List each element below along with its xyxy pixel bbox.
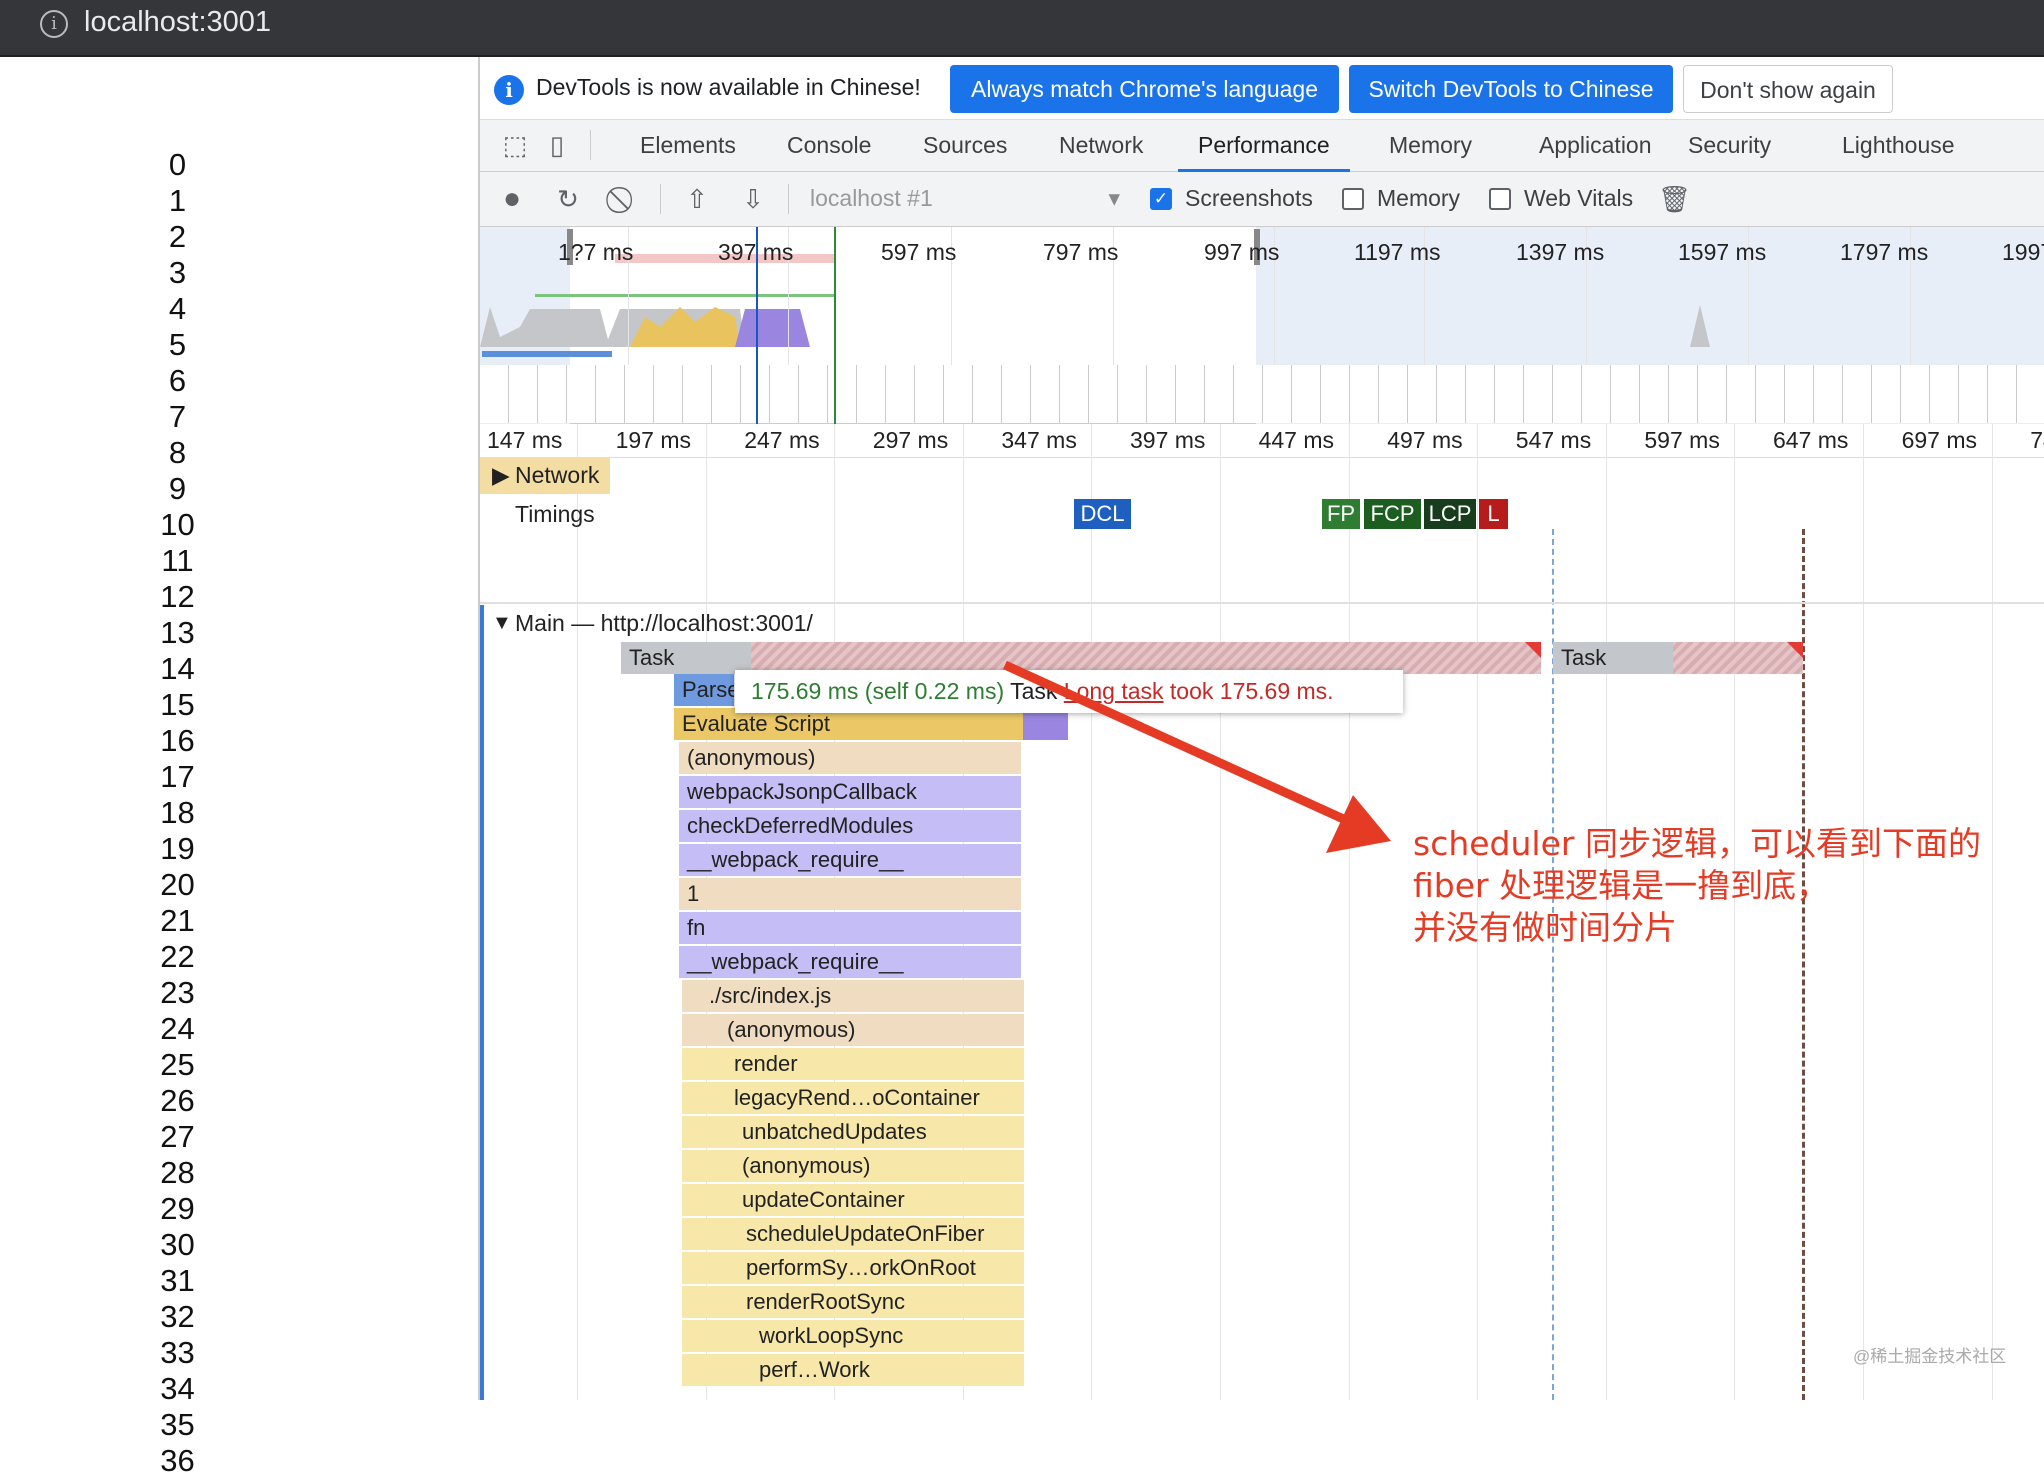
line-number: 29 — [160, 1191, 195, 1226]
line-number: 25 — [160, 1047, 195, 1082]
page-content: 0 1 2 3 4 5 6 7 8 9 10 11 12 13 14 15 16 17 18 19 20 21 22 23 24… — [0, 57, 478, 1478]
arrow-shaft — [1003, 660, 1352, 827]
line-number: 1 — [168, 183, 187, 218]
line-number: 22 — [160, 939, 195, 974]
line-number: 7 — [168, 399, 187, 434]
line-number: 31 — [160, 1263, 195, 1298]
line-number: 5 — [168, 327, 187, 362]
address-bar[interactable]: i localhost:3001 — [0, 0, 2044, 57]
line-number: 10 — [160, 507, 195, 542]
line-number: 8 — [168, 435, 187, 470]
line-number: 24 — [160, 1011, 195, 1046]
line-number: 34 — [160, 1371, 195, 1406]
annotation-arrow — [1003, 660, 1391, 853]
url-text[interactable]: localhost:3001 — [84, 6, 271, 39]
line-number: 6 — [168, 363, 187, 398]
line-number: 18 — [160, 795, 195, 830]
annotation-line: fiber 处理逻辑是一撸到底， — [1413, 866, 1830, 905]
annotation-line: scheduler 同步逻辑，可以看到下面的 — [1413, 824, 1981, 863]
line-number: 17 — [160, 759, 195, 794]
line-number: 26 — [160, 1083, 195, 1118]
line-number: 12 — [160, 579, 195, 614]
line-number: 4 — [168, 291, 187, 326]
line-number: 2 — [168, 219, 187, 254]
line-number: 14 — [160, 651, 195, 686]
info-icon[interactable]: i — [40, 10, 68, 38]
line-number: 36 — [160, 1443, 195, 1478]
line-number: 11 — [161, 543, 194, 578]
line-number: 16 — [160, 723, 195, 758]
watermark: @稀土掘金技术社区 — [1853, 1347, 2007, 1366]
line-number: 20 — [160, 867, 195, 902]
line-number: 13 — [160, 615, 195, 650]
line-number: 33 — [160, 1335, 195, 1370]
devtools-panel: i DevTools is now available in Chinese! … — [478, 57, 2044, 1400]
line-number: 35 — [160, 1407, 195, 1442]
line-number: 21 — [160, 903, 195, 938]
annotation-line: 并没有做时间分片 — [1413, 908, 1677, 947]
line-number: 3 — [168, 255, 187, 290]
line-number: 30 — [160, 1227, 195, 1262]
line-number: 19 — [160, 831, 195, 866]
line-number: 23 — [160, 975, 195, 1010]
line-number: 27 — [160, 1119, 195, 1154]
line-number: 28 — [160, 1155, 195, 1190]
line-number: 9 — [168, 471, 187, 506]
line-number: 32 — [160, 1299, 195, 1334]
annotation-text: scheduler 同步逻辑，可以看到下面的 fiber 处理逻辑是一撸到底， … — [1413, 823, 1981, 949]
arrow-head — [1326, 795, 1391, 853]
line-number: 0 — [168, 147, 187, 182]
line-number: 15 — [160, 687, 195, 722]
